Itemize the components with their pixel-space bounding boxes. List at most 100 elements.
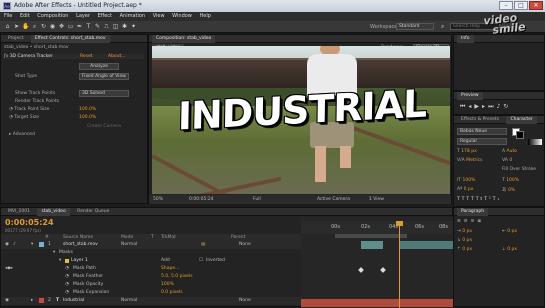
home-tool-icon[interactable]: ⌂ xyxy=(4,23,11,30)
stopwatch-icon[interactable]: ◔ xyxy=(65,265,69,273)
hand-tool-icon[interactable]: ✋ xyxy=(22,23,29,30)
tab-effect-controls[interactable]: Effect Controls: short_stab.mov xyxy=(30,35,110,43)
advanced-group[interactable]: ▸ Advanced xyxy=(9,132,35,137)
layer-property-row[interactable]: ◔ Mask Feather 5.0, 5.0 pixels xyxy=(1,273,301,281)
tracking-field[interactable]: VA 0 xyxy=(502,158,512,163)
stopwatch-icon[interactable]: ◔ xyxy=(65,289,69,297)
brush-tool-icon[interactable]: ✎ xyxy=(94,23,101,30)
align-center-icon[interactable]: ≡ xyxy=(464,219,471,224)
tab-render-queue[interactable]: Render Queue xyxy=(73,208,113,216)
video-preview[interactable]: INDUSTRIAL xyxy=(152,46,450,194)
maximize-button[interactable]: □ xyxy=(514,1,528,10)
view-layout-select[interactable]: 1 View xyxy=(369,195,384,204)
stroke-order-select[interactable]: Fill Over Stroke xyxy=(502,167,536,172)
work-area-bar[interactable] xyxy=(335,234,407,238)
resolution-select[interactable]: Full xyxy=(253,195,261,204)
keyframe[interactable] xyxy=(358,267,364,273)
zoom-select[interactable]: 50% xyxy=(153,195,163,204)
stroke-color-swatch[interactable] xyxy=(516,131,524,139)
layer-duration-bar[interactable] xyxy=(361,241,383,249)
subscript-button[interactable]: T₁ xyxy=(493,197,502,202)
effect-header[interactable]: ƒx 3D Camera Tracker Reset About... xyxy=(4,54,144,59)
pen-tool-icon[interactable]: ✒ xyxy=(76,23,83,30)
menu-file[interactable]: File xyxy=(4,13,12,19)
property-value[interactable]: 100% xyxy=(161,281,174,289)
layer-property-row[interactable]: ▾ Layer 1 Add ☐ Inverted xyxy=(1,257,301,265)
audio-icon[interactable]: ♪ xyxy=(13,241,16,249)
all-caps-button[interactable]: TT xyxy=(466,197,475,202)
tab-preview[interactable]: Preview xyxy=(457,92,483,100)
stamp-tool-icon[interactable]: ⎍ xyxy=(103,23,110,30)
keyframe-nav-icon[interactable]: ◂◆▸ xyxy=(5,265,13,273)
col-source-name[interactable]: Source Name xyxy=(63,234,93,241)
font-size-field[interactable]: T 178 px xyxy=(457,149,477,154)
stopwatch-icon[interactable]: ◔ xyxy=(65,273,69,281)
effect-about-link[interactable]: About... xyxy=(108,54,126,59)
roto-brush-tool-icon[interactable]: ✱ xyxy=(121,23,128,30)
layer-parent[interactable]: None xyxy=(239,241,251,249)
puppet-tool-icon[interactable]: ✦ xyxy=(130,23,137,30)
layer-row[interactable]: ◉ ♪ ▾ 1 short_stab.mov Normal @ None xyxy=(1,241,301,249)
col-mode[interactable]: Mode xyxy=(121,234,133,241)
space-after-field[interactable]: ⇣ 0 px xyxy=(502,247,517,252)
col-parent[interactable]: Parent xyxy=(231,234,245,241)
mask-color-swatch[interactable] xyxy=(65,259,69,263)
font-style-select[interactable]: Regular xyxy=(457,138,507,145)
color-ramp[interactable] xyxy=(528,139,542,145)
menu-animation[interactable]: Animation xyxy=(120,13,146,19)
col-trkmat[interactable]: TrkMat xyxy=(161,234,176,241)
create-camera-button[interactable]: Create Camera xyxy=(87,124,121,129)
stopwatch-icon[interactable]: ◔ xyxy=(65,281,69,289)
menu-effect[interactable]: Effect xyxy=(98,13,112,19)
shot-type-select[interactable]: Fixed Angle of View xyxy=(79,73,129,80)
layer-mode[interactable]: Normal xyxy=(121,297,137,305)
property-value[interactable]: 0.0 pixels xyxy=(161,289,183,297)
tab-info[interactable]: Info xyxy=(457,35,474,43)
timeline-graph[interactable]: 00s 02s 04s 06s 08s xyxy=(301,217,453,308)
eraser-tool-icon[interactable]: ◫ xyxy=(112,23,119,30)
menu-edit[interactable]: Edit xyxy=(20,13,30,19)
font-family-select[interactable]: Bebas Neue xyxy=(457,128,507,135)
rectangle-tool-icon[interactable]: ▭ xyxy=(67,23,74,30)
menu-help[interactable]: Help xyxy=(199,13,210,19)
eye-icon[interactable]: ◉ xyxy=(5,241,9,249)
superscript-button[interactable]: T¹ xyxy=(484,197,493,202)
target-size-value[interactable]: 100.0% xyxy=(79,115,96,120)
timeline-timecode[interactable]: 0:00:05:24 xyxy=(5,218,54,227)
menu-composition[interactable]: Composition xyxy=(37,13,68,19)
tab-character[interactable]: Character xyxy=(506,116,537,124)
chevron-down-icon[interactable]: ▾ xyxy=(31,241,33,249)
rotate-tool-icon[interactable]: ↻ xyxy=(40,23,47,30)
property-value[interactable]: 5.0, 5.0 pixels xyxy=(161,273,193,281)
menu-window[interactable]: Window xyxy=(172,13,192,19)
effect-reset-link[interactable]: Reset xyxy=(80,54,93,59)
property-value[interactable]: Shape... xyxy=(161,265,179,273)
layer-property-row[interactable]: ◔ Mask Opacity 100% xyxy=(1,281,301,289)
mask-inverted-checkbox[interactable]: ☐ xyxy=(199,257,203,265)
tab-mvi-1001[interactable]: MVI_1001 xyxy=(4,208,34,216)
layer-row[interactable]: ◉ ▸ 2 T Industrial Normal None xyxy=(1,297,301,305)
stopwatch-icon[interactable]: ◔ xyxy=(9,107,13,112)
loop-icon[interactable]: ↻ xyxy=(503,103,511,110)
justify-icon[interactable]: ≣ xyxy=(477,219,484,224)
chevron-right-icon[interactable]: ▸ xyxy=(31,297,33,305)
playhead-handle[interactable] xyxy=(396,221,403,226)
camera-view-select[interactable]: Active Camera xyxy=(317,195,350,204)
current-time[interactable]: 0:00:05:24 xyxy=(189,195,214,204)
type-tool-icon[interactable]: T xyxy=(85,23,92,30)
time-ruler[interactable]: 00s 02s 04s 06s 08s xyxy=(301,221,453,234)
vertical-scale-field[interactable]: IT 100% xyxy=(457,178,475,183)
tab-project[interactable]: Project xyxy=(4,35,27,43)
pan-behind-tool-icon[interactable]: ✥ xyxy=(58,23,65,30)
menu-view[interactable]: View xyxy=(153,13,165,19)
show-track-points-select[interactable]: 3D Solved xyxy=(79,90,129,97)
tab-effects-presets[interactable]: Effects & Presets xyxy=(457,116,503,124)
tab-paragraph[interactable]: Paragraph xyxy=(457,208,489,216)
track-point-size-value[interactable]: 100.0% xyxy=(79,107,96,112)
kerning-field[interactable]: V/A Metrics xyxy=(457,158,482,163)
play-icon[interactable]: ▶ xyxy=(474,103,482,110)
layer-duration-bar[interactable] xyxy=(399,241,453,249)
workspace-select[interactable]: Standard xyxy=(396,23,434,30)
baseline-shift-field[interactable]: Aª 0 px xyxy=(457,187,473,192)
layer-duration-bar[interactable] xyxy=(301,299,453,307)
